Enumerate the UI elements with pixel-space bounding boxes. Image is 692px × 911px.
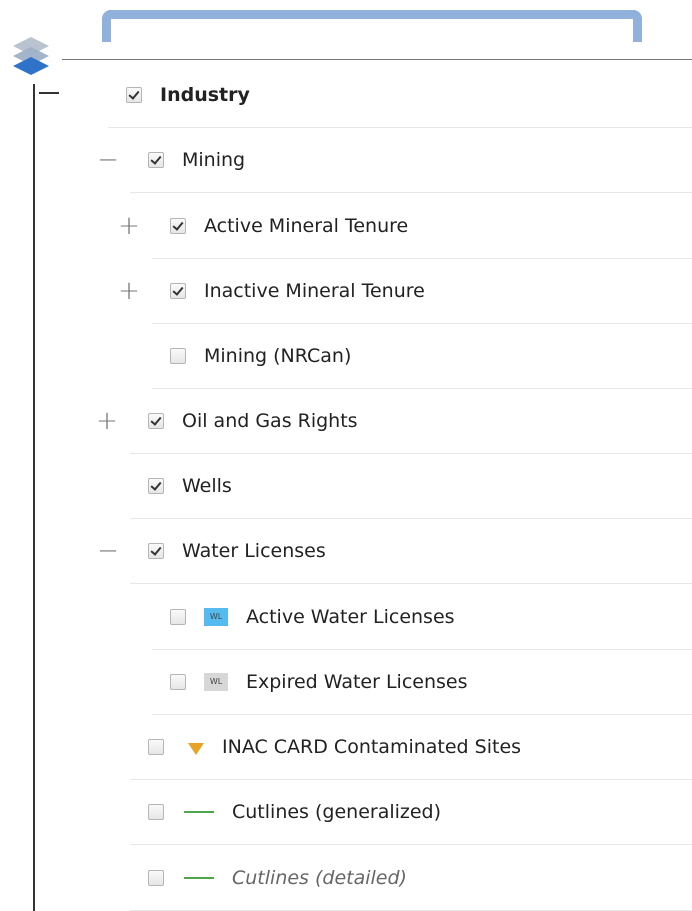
tree-row-oil-and-gas-rights[interactable]: + Oil and Gas Rights	[96, 389, 692, 454]
tree-row-label: Inactive Mineral Tenure	[204, 280, 425, 302]
cutlines-detailed-checkbox[interactable]	[148, 870, 164, 886]
inac-card-contaminated-sites-checkbox[interactable]	[148, 739, 164, 755]
tree-row-wells[interactable]: Wells	[130, 454, 692, 519]
wells-checkbox[interactable]	[148, 478, 164, 494]
tree-row-label: Oil and Gas Rights	[182, 410, 358, 432]
panel-tab-bar	[102, 10, 642, 42]
tree-row-active-water-licenses[interactable]: WL Active Water Licenses	[152, 585, 692, 650]
expand-icon[interactable]: +	[118, 213, 140, 239]
layers-icon[interactable]	[6, 33, 56, 83]
collapse-icon[interactable]: −	[97, 538, 119, 564]
tree-row-label: Expired Water Licenses	[246, 671, 468, 693]
tree-vertical-guide	[33, 84, 35, 911]
active-mineral-tenure-checkbox[interactable]	[170, 218, 186, 234]
active-water-license-icon: WL	[204, 608, 228, 626]
active-water-licenses-checkbox[interactable]	[170, 609, 186, 625]
expand-icon[interactable]: +	[118, 278, 140, 304]
tree-row-industry[interactable]: Industry	[108, 63, 692, 128]
tree-row-label: Water Licenses	[182, 540, 326, 562]
tree-row-label: INAC CARD Contaminated Sites	[222, 736, 522, 758]
tree-row-label: Active Mineral Tenure	[204, 215, 409, 237]
mining-nrcan-checkbox[interactable]	[170, 348, 186, 364]
expand-icon[interactable]: +	[96, 408, 118, 434]
tree-row-label: Cutlines (detailed)	[232, 867, 407, 889]
expired-water-license-icon: WL	[204, 673, 228, 691]
tree-row-inactive-mineral-tenure[interactable]: + Inactive Mineral Tenure	[118, 259, 692, 324]
tree-row-cutlines-generalized[interactable]: Cutlines (generalized)	[130, 780, 692, 845]
tree-row-label: Cutlines (generalized)	[232, 801, 442, 823]
tree-row-label: Mining	[182, 149, 246, 171]
tree-row-label: Wells	[182, 475, 232, 497]
collapse-root-icon[interactable]	[39, 92, 59, 94]
tree-row-cutlines-detailed[interactable]: Cutlines (detailed)	[130, 846, 692, 911]
mining-checkbox[interactable]	[148, 152, 164, 168]
inactive-mineral-tenure-checkbox[interactable]	[170, 283, 186, 299]
contaminated-site-triangle-icon	[188, 743, 204, 755]
oil-and-gas-rights-checkbox[interactable]	[148, 413, 164, 429]
tree-row-label: Industry	[160, 84, 250, 106]
collapse-icon[interactable]: −	[97, 147, 119, 173]
tree-row-inac-card-contaminated-sites[interactable]: INAC CARD Contaminated Sites	[130, 715, 692, 780]
tree-row-mining-nrcan[interactable]: Mining (NRCan)	[152, 324, 692, 389]
tree-row-expired-water-licenses[interactable]: WL Expired Water Licenses	[152, 650, 692, 715]
tree-row-label: Mining (NRCan)	[204, 345, 352, 367]
tree-row-label: Active Water Licenses	[246, 606, 455, 628]
tree-row-active-mineral-tenure[interactable]: + Active Mineral Tenure	[118, 194, 692, 259]
tree-row-mining[interactable]: − Mining	[97, 128, 692, 193]
green-line-icon	[184, 811, 214, 813]
cutlines-generalized-checkbox[interactable]	[148, 804, 164, 820]
industry-checkbox[interactable]	[126, 87, 142, 103]
water-licenses-checkbox[interactable]	[148, 543, 164, 559]
tree-row-water-licenses[interactable]: − Water Licenses	[97, 519, 692, 584]
expired-water-licenses-checkbox[interactable]	[170, 674, 186, 690]
tree-top-divider	[62, 59, 692, 60]
green-line-icon	[184, 877, 214, 879]
